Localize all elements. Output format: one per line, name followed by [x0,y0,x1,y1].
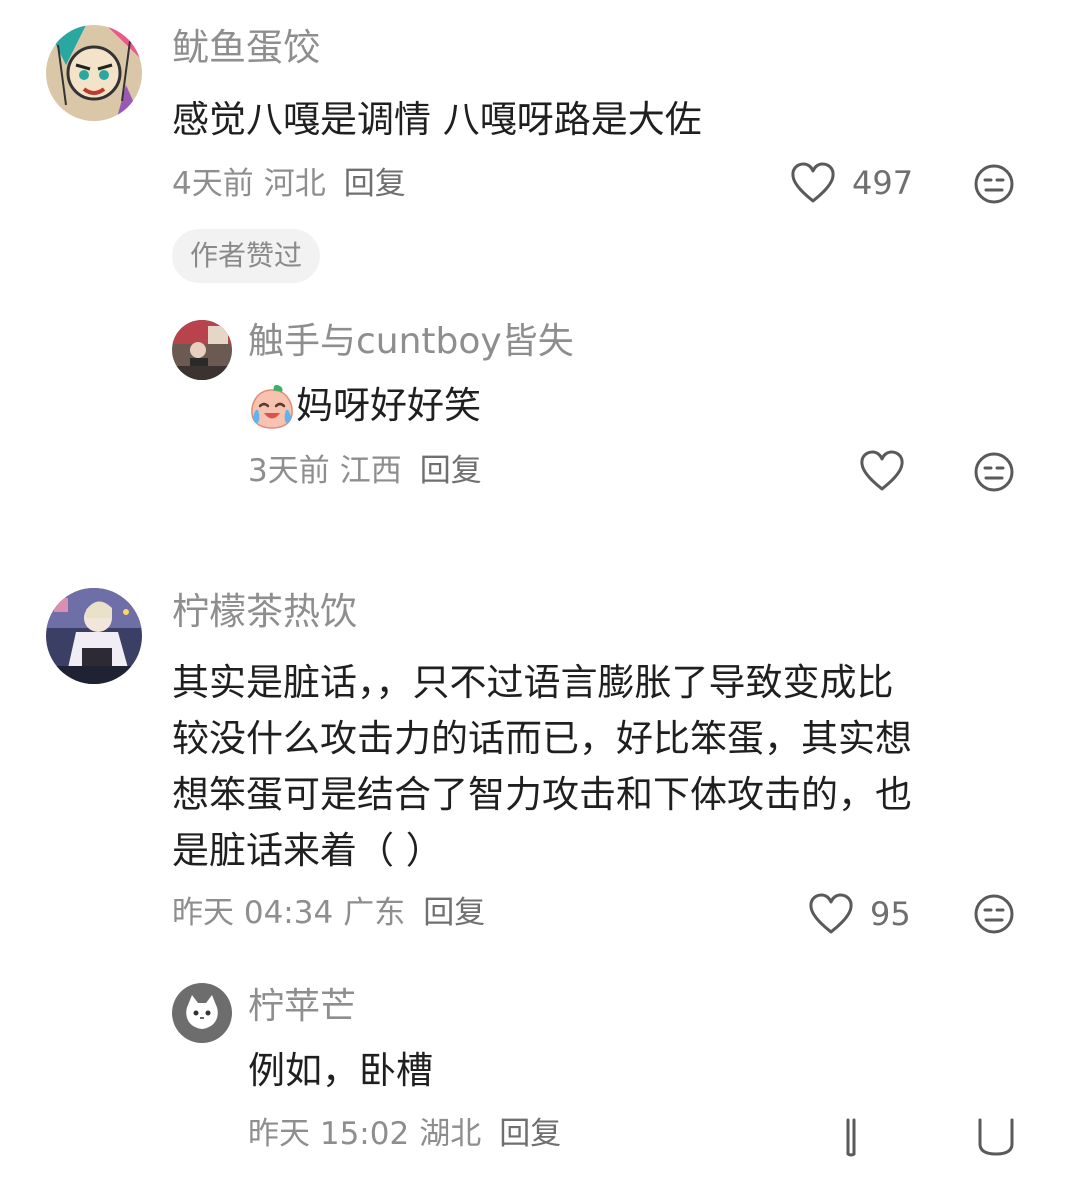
like-button[interactable] [859,450,905,492]
dislike-button[interactable] [973,451,1015,493]
neutral-face-icon [978,1118,1014,1156]
comment-text-line: 是脏话来着（ ） [172,829,443,872]
heart-outline-icon [809,893,853,934]
reply-location: 江西 [339,453,402,489]
dislike-button[interactable] [976,1118,1016,1158]
like-count: 95 [870,895,911,933]
reply-meta: 昨天 15:02 湖北 回复 [248,1114,561,1154]
reply-button[interactable]: 回复 [344,166,406,202]
like-button[interactable] [808,893,854,935]
heart-outline-icon [860,450,904,491]
comment-username[interactable]: 鱿鱼蛋饺 [172,26,320,70]
reply-time: 3天前 [248,453,330,489]
comment-time: 4天前 [172,166,254,202]
comment-username[interactable]: 柠檬茶热饮 [172,590,357,634]
avatar[interactable] [46,588,142,684]
neutral-face-icon [974,894,1014,934]
neutral-face-icon [974,452,1014,492]
reply-username[interactable]: 触手与cuntboy皆失 [248,320,574,364]
reply-text: 例如，卧槽 [248,1049,433,1092]
reply-username[interactable]: 柠苹芒 [248,985,356,1029]
comment-meta: 昨天 04:34 广东 回复 [172,893,485,933]
comment-text-line: 较没什么攻击力的话而已，好比笨蛋，其实想 [172,717,912,760]
avatar[interactable] [46,25,142,121]
reply-button[interactable]: 回复 [420,453,482,489]
reply-time: 昨天 15:02 [248,1116,410,1152]
comment-text: 其实是脏话，，只不过语言膨胀了导致变成比 较没什么攻击力的话而已，好比笨蛋，其实… [172,655,1022,879]
comment-text-line: 其实是脏话，，只不过语言膨胀了导致变成比 [172,661,894,704]
neutral-face-icon [974,164,1014,204]
like-button[interactable] [836,1118,866,1158]
reply-button[interactable]: 回复 [423,895,485,931]
comment-text: 感觉八嘎是调情 八嘎呀路是大佐 [172,98,702,141]
comment-location: 广东 [343,895,406,931]
reply-meta: 3天前 江西 回复 [248,451,482,491]
comment-text-line: 想笨蛋可是结合了智力攻击和下体攻击的，也 [172,773,912,816]
heart-outline-icon [846,1118,856,1157]
comment-meta: 4天前 河北 回复 [172,164,406,204]
emoji-crying-laugh [248,382,296,430]
heart-outline-icon [791,162,835,203]
dislike-button[interactable] [973,893,1015,935]
author-liked-badge: 作者赞过 [172,229,321,283]
like-count: 497 [852,164,914,202]
reply-location: 湖北 [419,1116,482,1152]
dislike-button[interactable] [973,163,1015,205]
comment-time: 昨天 04:34 [172,895,334,931]
like-button[interactable] [790,162,836,204]
reply-button[interactable]: 回复 [499,1116,561,1152]
reply-avatar[interactable] [172,983,232,1043]
reply-text: 妈呀好好笑 [296,384,481,427]
comment-location: 河北 [263,166,326,202]
reply-avatar[interactable] [172,320,232,380]
